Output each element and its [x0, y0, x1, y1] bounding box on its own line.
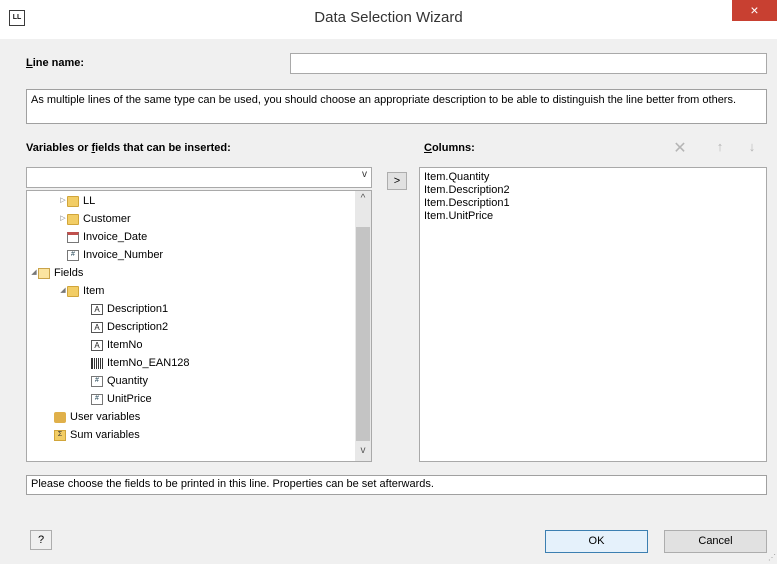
arrow-down-icon: ↓: [748, 139, 756, 154]
move-up-button[interactable]: ↑: [712, 139, 728, 155]
tree-item-description1[interactable]: A Description1: [91, 300, 168, 318]
fields-icon: [38, 267, 50, 279]
delete-column-button[interactable]: ✕: [671, 138, 689, 157]
help-button[interactable]: ?: [30, 530, 52, 550]
arrow-right-icon: >: [393, 175, 401, 187]
close-icon: ×: [750, 2, 759, 18]
scroll-thumb[interactable]: [356, 227, 370, 441]
text-field-icon: A: [91, 303, 103, 315]
ok-button[interactable]: OK: [545, 530, 648, 553]
line-name-input[interactable]: [290, 53, 767, 74]
tree-item-itemno-ean128[interactable]: ItemNo_EAN128: [91, 354, 190, 372]
text-field-icon: A: [91, 321, 103, 333]
fields-filter-combo[interactable]: v: [26, 167, 372, 188]
window-title: Data Selection Wizard: [314, 9, 463, 26]
status-text-box: Please choose the fields to be printed i…: [26, 475, 767, 495]
scroll-up-icon[interactable]: ^: [355, 193, 371, 207]
column-item[interactable]: Item.UnitPrice: [424, 210, 493, 223]
tree-item-user-variables[interactable]: User variables: [54, 408, 140, 426]
line-name-label: Line name:: [26, 57, 85, 69]
arrow-up-icon: ↑: [716, 139, 724, 154]
tree-item-ll[interactable]: ▷ LL: [59, 192, 95, 210]
tree-item-itemno[interactable]: A ItemNo: [91, 336, 142, 354]
expand-icon[interactable]: ▷: [59, 192, 67, 210]
column-item[interactable]: Item.Quantity: [424, 171, 489, 184]
tree-item-invoice-date[interactable]: Invoice_Date: [67, 228, 147, 246]
hint-text-box: As multiple lines of the same type can b…: [26, 89, 767, 124]
tree-scrollbar[interactable]: ^ v: [355, 191, 371, 461]
calendar-icon: [67, 231, 79, 243]
folder-icon: [67, 195, 79, 207]
tree-item-quantity[interactable]: # Quantity: [91, 372, 148, 390]
folder-icon: [67, 213, 79, 225]
tree-item-customer[interactable]: ▷ Customer: [59, 210, 130, 228]
delete-icon: ✕: [673, 140, 687, 157]
number-icon: #: [91, 393, 103, 405]
status-text: Please choose the fields to be printed i…: [31, 478, 434, 490]
chevron-down-icon: v: [362, 169, 367, 180]
barcode-icon: [91, 357, 103, 369]
move-down-button[interactable]: ↓: [744, 139, 760, 155]
close-button[interactable]: ×: [732, 0, 777, 21]
resize-grip-icon[interactable]: ⋰: [768, 553, 776, 562]
fields-tree[interactable]: ▷ LL ▷ Customer Invoice_Date # Invoice_Numb…: [26, 190, 372, 462]
text-field-icon: A: [91, 339, 103, 351]
scroll-down-icon[interactable]: v: [355, 445, 371, 459]
tree-item-item[interactable]: ◢ Item: [59, 282, 104, 300]
collapse-icon[interactable]: ◢: [59, 282, 67, 300]
tree-item-sum-variables[interactable]: Σ Sum variables: [54, 426, 140, 444]
sum-variables-icon: Σ: [54, 429, 66, 441]
hint-text: As multiple lines of the same type can b…: [31, 94, 737, 106]
tree-item-description2[interactable]: A Description2: [91, 318, 168, 336]
columns-label: Columns:: [424, 142, 475, 154]
columns-list[interactable]: Item.Quantity Item.Description2 Item.Des…: [419, 167, 767, 462]
expand-icon[interactable]: ▷: [59, 210, 67, 228]
column-item[interactable]: Item.Description1: [424, 197, 510, 210]
title-bar: LL Data Selection Wizard ×: [0, 0, 777, 39]
tree-item-fields[interactable]: ◢ Fields: [30, 264, 83, 282]
user-variables-icon: [54, 411, 66, 423]
tree-item-invoice-number[interactable]: # Invoice_Number: [67, 246, 163, 264]
folder-icon: [67, 285, 79, 297]
column-item[interactable]: Item.Description2: [424, 184, 510, 197]
number-icon: #: [67, 249, 79, 261]
cancel-button[interactable]: Cancel: [664, 530, 767, 553]
number-icon: #: [91, 375, 103, 387]
collapse-icon[interactable]: ◢: [30, 264, 38, 282]
add-field-button[interactable]: >: [387, 172, 407, 190]
variables-fields-label: Variables or fields that can be inserted…: [26, 142, 231, 154]
tree-item-unitprice[interactable]: # UnitPrice: [91, 390, 152, 408]
help-icon: ?: [37, 534, 45, 546]
